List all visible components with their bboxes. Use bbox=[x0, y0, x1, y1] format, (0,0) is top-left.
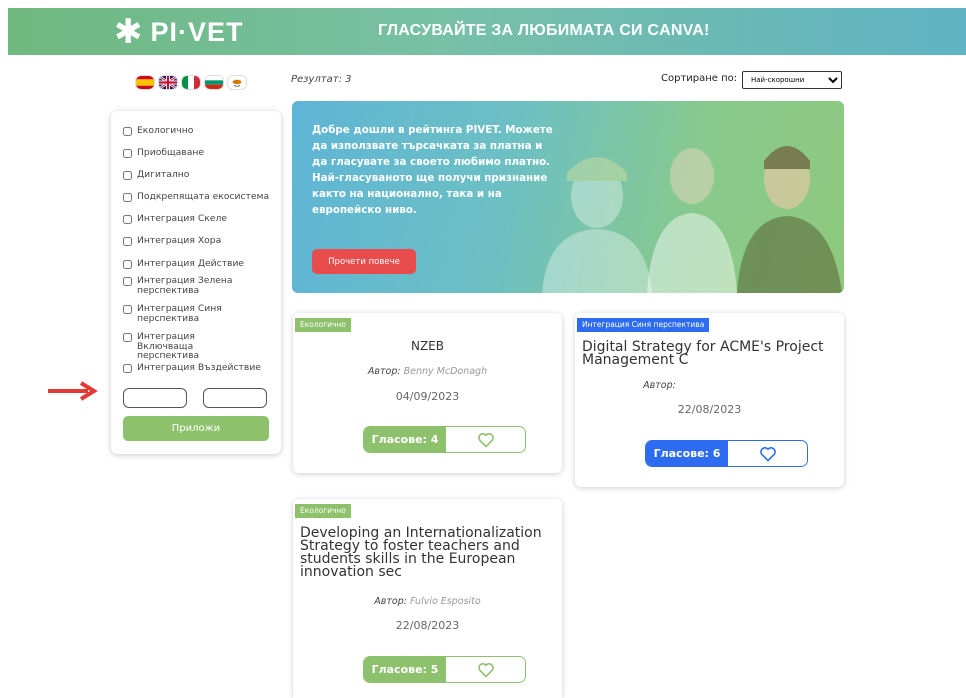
apply-filters-button[interactable]: Приложи bbox=[123, 416, 269, 441]
filter-checkbox[interactable] bbox=[123, 193, 132, 202]
filter-integration-impact[interactable]: Интеграция Въздействие bbox=[123, 363, 261, 373]
card-author: Автор: Benny McDonagh bbox=[367, 366, 488, 377]
like-button[interactable] bbox=[728, 441, 807, 466]
category-tag: Интеграция Синя перспектива bbox=[577, 318, 710, 332]
filter-integration-people[interactable]: Интеграция Хора bbox=[123, 236, 221, 246]
filter-checkbox[interactable] bbox=[123, 260, 132, 269]
heart-icon bbox=[759, 446, 776, 461]
filter-checkbox[interactable] bbox=[123, 305, 132, 314]
filter-sidebar: Екологично Приобщаване Дигитално Подкреп… bbox=[111, 111, 281, 454]
page-title: ГЛАСУВАЙТЕ ЗА ЛЮБИМАТА СИ CANVA! bbox=[378, 22, 710, 39]
vote-widget: Гласове: 5 bbox=[363, 656, 526, 683]
sort-select[interactable]: Най-скорошни bbox=[742, 71, 842, 89]
red-arrow-icon bbox=[48, 381, 98, 401]
canva-card[interactable]: Екологично Developing an Internationaliz… bbox=[293, 499, 562, 698]
filter-integration-scaffold[interactable]: Интеграция Скеле bbox=[123, 214, 227, 224]
filter-checkbox[interactable] bbox=[123, 215, 132, 224]
bulgarian-flag-icon[interactable] bbox=[205, 76, 223, 89]
language-selector bbox=[136, 76, 246, 89]
filter-digital[interactable]: Дигитално bbox=[123, 170, 189, 180]
read-more-button[interactable]: Прочети повече bbox=[312, 249, 416, 274]
cyprus-flag-icon[interactable] bbox=[228, 76, 246, 89]
result-count: Резултат: 3 bbox=[291, 74, 352, 85]
heart-icon bbox=[477, 662, 494, 677]
filter-integration-action[interactable]: Интеграция Действие bbox=[123, 259, 244, 269]
vote-count: Гласове: 4 bbox=[364, 427, 446, 452]
pivet-logo[interactable]: ✱ PI·VET bbox=[114, 12, 244, 52]
canva-card[interactable]: Екологично NZEB Автор: Benny McDonagh 04… bbox=[293, 313, 562, 473]
range-min-input[interactable] bbox=[123, 388, 187, 408]
vote-count: Гласове: 6 bbox=[646, 441, 728, 466]
card-date: 04/09/2023 bbox=[395, 390, 460, 403]
spanish-flag-icon[interactable] bbox=[136, 76, 154, 89]
canva-card[interactable]: Интеграция Синя перспектива Digital Stra… bbox=[575, 313, 844, 487]
category-tag: Екологично bbox=[295, 504, 351, 518]
filter-checkbox[interactable] bbox=[123, 127, 132, 136]
header-bar: ✱ PI·VET ГЛАСУВАЙТЕ ЗА ЛЮБИМАТА СИ CANVA… bbox=[8, 8, 966, 55]
range-max-input[interactable] bbox=[203, 388, 267, 408]
card-date: 22/08/2023 bbox=[677, 403, 742, 416]
filter-inclusion[interactable]: Приобщаване bbox=[123, 148, 204, 158]
like-button[interactable] bbox=[446, 427, 525, 452]
filter-ecological[interactable]: Екологично bbox=[123, 126, 193, 136]
filter-integration-blue[interactable]: Интеграция Синя перспектива bbox=[123, 304, 241, 323]
sort-label: Сортиране по: bbox=[661, 73, 738, 84]
like-button[interactable] bbox=[446, 657, 525, 682]
vote-widget: Гласове: 6 bbox=[645, 440, 808, 467]
filter-integration-green[interactable]: Интеграция Зелена перспектива bbox=[123, 276, 241, 295]
logo-star-icon: ✱ bbox=[114, 12, 143, 52]
card-author: Автор: Fulvio Esposito bbox=[374, 596, 481, 607]
banner-text: Добре дошли в рейтинга PIVET. Можете да … bbox=[312, 124, 553, 216]
vote-widget: Гласове: 4 bbox=[363, 426, 526, 453]
filter-checkbox[interactable] bbox=[123, 333, 132, 342]
vote-count: Гласове: 5 bbox=[364, 657, 446, 682]
card-date: 22/08/2023 bbox=[395, 619, 460, 632]
heart-icon bbox=[477, 432, 494, 447]
card-title[interactable]: Developing an Internationalization Strat… bbox=[300, 526, 545, 579]
card-title[interactable]: Digital Strategy for ACME's Project Mana… bbox=[582, 340, 832, 367]
card-title[interactable]: NZEB bbox=[293, 340, 562, 353]
filter-checkbox[interactable] bbox=[123, 364, 132, 373]
welcome-banner: Добре дошли в рейтинга PIVET. Можете да … bbox=[292, 101, 844, 293]
logo-text: PI·VET bbox=[150, 16, 244, 47]
italian-flag-icon[interactable] bbox=[182, 76, 200, 89]
card-author: Автор: bbox=[643, 380, 676, 391]
uk-flag-icon[interactable] bbox=[159, 76, 177, 89]
filter-checkbox[interactable] bbox=[123, 277, 132, 286]
filter-checkbox[interactable] bbox=[123, 237, 132, 246]
category-tag: Екологично bbox=[295, 318, 351, 332]
filter-integration-inclusive[interactable]: Интеграция Включваща перспектива bbox=[123, 332, 253, 361]
filter-checkbox[interactable] bbox=[123, 149, 132, 158]
filter-checkbox[interactable] bbox=[123, 171, 132, 180]
filter-supporting-ecosystem[interactable]: Подкрепящата екосистема bbox=[123, 192, 269, 202]
